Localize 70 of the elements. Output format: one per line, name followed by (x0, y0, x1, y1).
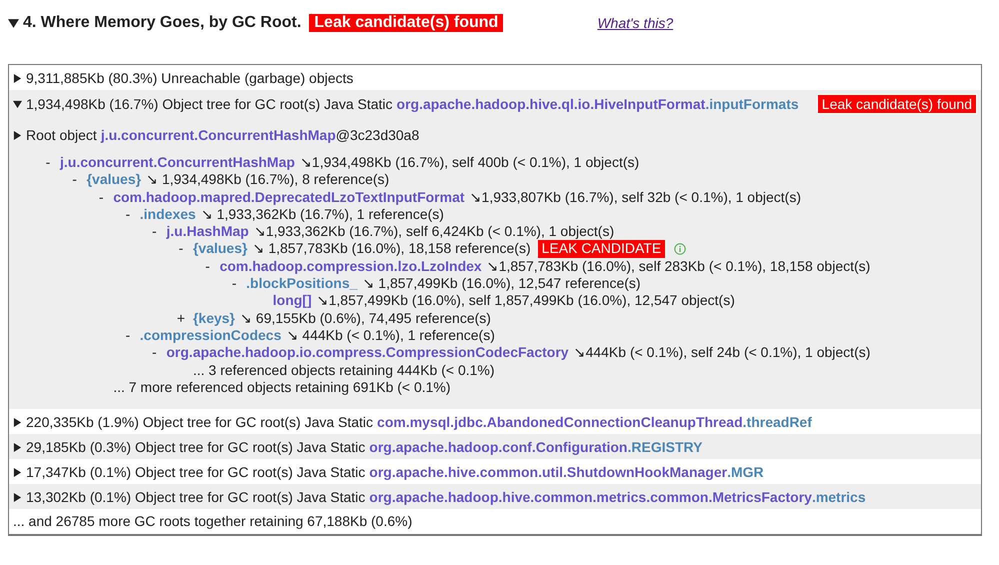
tree-toggle[interactable]: - (41, 154, 55, 172)
tree-toggle[interactable]: - (227, 275, 242, 292)
node-detail: ↘ 1,857,499Kb (16.0%), 12,547 reference(s) (362, 275, 641, 292)
class-link[interactable]: org.apache.hive.common.util.ShutdownHookManager (369, 463, 728, 482)
field-link[interactable]: .metrics (812, 488, 866, 506)
node-detail: ↘1,857,783Kb (16.0%), self 283Kb (< 0.1%), 18,158 object(s) (486, 258, 870, 276)
collapse-triangle-icon[interactable] (13, 100, 22, 108)
class-link[interactable]: j.u.HashMap (166, 223, 249, 240)
class-link[interactable]: org.apache.hadoop.io.compress.CompressionCodecFactory (166, 344, 569, 362)
root-summary: 29,185Kb (0.3%) Object tree for GC root(s) Java Static (26, 438, 366, 456)
field-link[interactable]: .blockPositions_ (246, 275, 358, 292)
node-detail: ↘ 69,155Kb (0.6%), 74,495 reference(s) (240, 310, 491, 327)
class-link[interactable]: j.u.concurrent.ConcurrentHashMap (60, 154, 295, 172)
node-detail: ↘ 1,933,362Kb (16.7%), 1 reference(s) (200, 206, 444, 224)
expand-triangle-icon[interactable] (13, 468, 22, 477)
class-link[interactable]: com.mysql.jdbc.AbandonedConnectionCleanupThread (377, 413, 743, 432)
node-detail: ↘1,933,807Kb (16.7%), self 32b (< 0.1%), 1 object(s) (470, 188, 801, 206)
node-detail: ↘1,934,498Kb (16.7%), self 400b (< 0.1%), 1 object(s) (300, 154, 640, 172)
expand-triangle-icon[interactable] (13, 418, 22, 427)
field-link[interactable]: .indexes (140, 206, 196, 224)
root-summary: 9,311,885Kb (80.3%) Unreachable (garbage) objects (26, 69, 354, 87)
tree-toggle[interactable]: - (147, 344, 162, 362)
more-objects-text: ... 3 referenced objects retaining 444Kb (< 0.1%) (192, 362, 495, 379)
tree-toggle[interactable]: - (120, 326, 135, 344)
node-detail: ↘444Kb (< 0.1%), self 24b (< 0.1%), 1 object(s) (574, 344, 870, 362)
root-summary: 13,302Kb (0.1%) Object tree for GC root(s) Java Static (26, 488, 366, 506)
node-detail: ↘ 444Kb (< 0.1%), 1 reference(s) (286, 326, 495, 344)
class-link[interactable]: com.hadoop.mapred.DeprecatedLzoTextInputFormat (113, 188, 465, 206)
expand-triangle-icon[interactable] (13, 130, 22, 140)
expand-triangle-icon[interactable] (13, 492, 22, 502)
tree-toggle[interactable]: + (174, 310, 188, 327)
more-objects-text: ... 7 more referenced objects retaining 691Kb (< 0.1%) (113, 378, 451, 396)
tree-toggle[interactable]: - (120, 206, 135, 224)
node-detail: ↘ 1,857,783Kb (16.0%), 18,158 reference(s) (252, 240, 531, 258)
collapse-triangle-icon[interactable] (8, 18, 19, 28)
tree-toggle[interactable]: - (68, 171, 82, 189)
class-link[interactable]: com.hadoop.compression.lzo.LzoIndex (220, 258, 482, 276)
help-link[interactable]: What's this? (597, 15, 674, 31)
object-address: @3c23d30a8 (336, 127, 420, 143)
field-link[interactable]: .REGISTRY (627, 438, 702, 456)
field-link[interactable]: .MGR (727, 463, 764, 482)
leak-badge: Leak candidate(s) found (309, 14, 504, 32)
tree-toggle[interactable]: - (94, 188, 108, 206)
node-detail: ↘1,857,499Kb (16.0%), self 1,857,499Kb (16.0%), 12,547 object(s) (316, 292, 735, 310)
tree-toggle[interactable]: - (147, 223, 162, 240)
field-link[interactable]: {keys} (192, 310, 236, 327)
expand-triangle-icon[interactable] (13, 442, 22, 452)
field-link[interactable]: {values} (86, 171, 142, 189)
class-link[interactable]: j.u.concurrent.ConcurrentHashMap (100, 127, 336, 143)
expand-triangle-icon[interactable] (13, 74, 22, 82)
leak-badge: Leak candidate(s) found (816, 94, 977, 114)
tree-toggle[interactable]: - (200, 258, 215, 276)
root-object-label: Root object (26, 126, 97, 144)
leak-badge: LEAK CANDIDATE (538, 240, 666, 258)
class-link[interactable]: org.apache.hadoop.hive.ql.io.HiveInputFormat (396, 95, 706, 113)
field-link[interactable]: .threadRef (742, 413, 812, 432)
class-link[interactable]: org.apache.hadoop.hive.common.metrics.common.MetricsFactory (369, 488, 812, 506)
field-link[interactable]: {values} (192, 240, 248, 258)
class-link[interactable]: org.apache.hadoop.conf.Configuration (369, 438, 628, 456)
field-link[interactable]: .compressionCodecs (140, 326, 282, 344)
node-detail: ↘ 1,934,498Kb (16.7%), 8 reference(s) (146, 171, 390, 189)
root-summary: 17,347Kb (0.1%) Object tree for GC root(s) Java Static (26, 463, 366, 482)
root-summary: 1,934,498Kb (16.7%) Object tree for GC root(s) Java Static (26, 95, 393, 113)
tree-toggle[interactable]: - (174, 240, 188, 258)
more-roots-text: ... and 26785 more GC roots together retaining 67,188Kb (0.6%) (13, 513, 412, 530)
node-detail: ↘1,933,362Kb (16.7%), self 6,424Kb (< 0.1%), 1 object(s) (254, 223, 614, 240)
section-title: 4. Where Memory Goes, by GC Root. (23, 14, 302, 32)
class-link[interactable]: long[] (272, 292, 312, 310)
field-link[interactable]: .inputFormats (705, 95, 799, 113)
root-summary: 220,335Kb (1.9%) Object tree for GC root(s) Java Static (26, 413, 374, 432)
